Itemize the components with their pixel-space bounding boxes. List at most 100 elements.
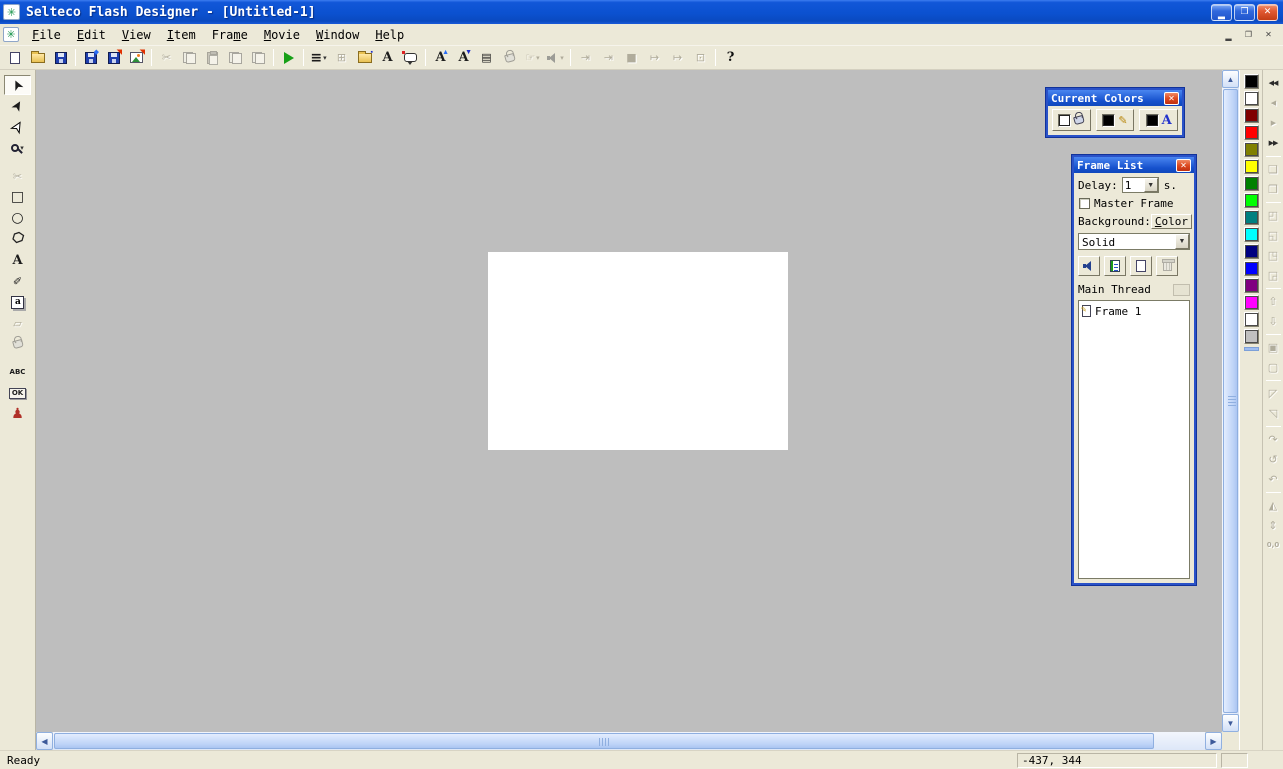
frame-list-close-button[interactable]: ✕ — [1176, 158, 1191, 172]
menu-view[interactable]: View — [114, 26, 159, 44]
menu-help[interactable]: Help — [367, 26, 412, 44]
actor-tool[interactable]: ♟ — [4, 404, 31, 424]
frame-panel-button[interactable]: ▤ — [475, 47, 498, 69]
last-frame-button[interactable]: ▶▶ — [1264, 134, 1283, 153]
polygon-tool[interactable] — [4, 229, 31, 249]
export-image-button[interactable]: ◥ — [125, 47, 148, 69]
color-swatch-13-ff00ff[interactable] — [1243, 295, 1259, 310]
menu-edit[interactable]: Edit — [69, 26, 114, 44]
menu-movie[interactable]: Movie — [256, 26, 308, 44]
frame-script-button[interactable] — [1104, 256, 1126, 276]
frame-item[interactable]: Frame 1 — [1080, 303, 1188, 319]
color-swatch-6-008000[interactable] — [1243, 176, 1259, 191]
minimize-button[interactable]: ▂ — [1211, 3, 1232, 21]
mdi-close-button[interactable]: ✕ — [1260, 28, 1277, 42]
horizontal-scroll-thumb[interactable] — [54, 733, 1155, 749]
frame-list-titlebar[interactable]: Frame List ✕ — [1074, 157, 1194, 173]
menu-frame[interactable]: Frame — [204, 26, 256, 44]
color-strip-scroll[interactable] — [1243, 347, 1259, 351]
select-tool[interactable]: ➤ — [4, 75, 31, 95]
text-tool[interactable]: A — [4, 250, 31, 270]
restore-button[interactable]: ❐ — [1234, 3, 1255, 21]
next-frame-button: ▶ — [1264, 114, 1283, 133]
play-movie-button[interactable] — [277, 47, 300, 69]
color-swatch-4-808000[interactable] — [1243, 142, 1259, 157]
vertical-scroll-thumb[interactable] — [1223, 89, 1238, 713]
insert-bubble-button[interactable] — [399, 47, 422, 69]
delay-dropdown-button[interactable]: ▼ — [1143, 178, 1158, 192]
line-width-button-icon: ≡ — [310, 49, 323, 66]
font-smaller-button[interactable]: A ▼ — [452, 47, 475, 69]
open-button[interactable] — [26, 47, 49, 69]
scroll-right-button[interactable]: ▶ — [1205, 732, 1222, 750]
color-swatch-3-ff0000[interactable] — [1243, 125, 1259, 140]
save-button[interactable] — [49, 47, 72, 69]
zoom-tool[interactable]: ▾ — [4, 138, 31, 158]
color-swatch-14-ffffff[interactable] — [1243, 312, 1259, 327]
close-button[interactable]: ✕ — [1257, 3, 1278, 21]
background-color-button[interactable]: Color — [1150, 214, 1192, 229]
line-width-button[interactable]: ≡ ▾ — [307, 47, 330, 69]
current-colors-titlebar[interactable]: Current Colors ✕ — [1048, 90, 1182, 106]
mdi-restore-button[interactable]: ❐ — [1240, 28, 1257, 42]
color-swatch-12-800080[interactable] — [1243, 278, 1259, 293]
background-fill-combobox[interactable]: Solid ▼ — [1078, 233, 1190, 250]
document-page[interactable] — [488, 252, 788, 450]
rectangle-tool[interactable]: □ — [4, 187, 31, 207]
toolbar-separator — [75, 49, 76, 66]
text-field-tool[interactable] — [4, 292, 31, 312]
vertical-scroll-track[interactable] — [1222, 88, 1239, 714]
scale-keep-button: ◹ — [1264, 404, 1283, 423]
abc-tool[interactable]: ABC — [4, 362, 31, 382]
ok-button-tool[interactable]: OK — [4, 383, 31, 403]
background-fill-dropdown-button[interactable]: ▼ — [1175, 234, 1189, 249]
delay-combobox[interactable]: 1 ▼ — [1121, 177, 1159, 193]
scroll-left-button[interactable]: ◀ — [36, 732, 53, 750]
color-swatch-0-000000[interactable] — [1243, 74, 1259, 89]
text-color-button-icon: A — [1161, 112, 1172, 128]
color-swatch-10-000080[interactable] — [1243, 244, 1259, 259]
color-swatch-11-0000ff[interactable] — [1243, 261, 1259, 276]
enter-frame-alt-button: ⇥ — [597, 47, 620, 69]
scroll-up-button[interactable]: ▲ — [1222, 70, 1239, 88]
eyedropper-tool[interactable]: ✐ — [4, 271, 31, 291]
direct-select-tool[interactable]: ➤ — [4, 96, 31, 116]
master-frame-checkbox[interactable] — [1079, 198, 1090, 209]
color-swatch-7-00ff00[interactable] — [1243, 193, 1259, 208]
color-swatch-1-ffffff[interactable] — [1243, 91, 1259, 106]
current-colors-close-button[interactable]: ✕ — [1164, 91, 1179, 105]
horizontal-scroll-track[interactable] — [53, 732, 1205, 750]
help-button[interactable]: ? — [719, 47, 742, 69]
master-frame-row: Master Frame — [1078, 197, 1190, 210]
polygon-tool-icon — [11, 231, 25, 247]
first-frame-button[interactable]: ◀◀ — [1264, 74, 1283, 93]
new-button[interactable] — [3, 47, 26, 69]
menu-file[interactable]: File — [24, 26, 69, 44]
color-swatch-8-008080[interactable] — [1243, 210, 1259, 225]
style-button[interactable]: ▪ — [353, 47, 376, 69]
scroll-down-button[interactable]: ▼ — [1222, 714, 1239, 732]
menu-window[interactable]: Window — [308, 26, 367, 44]
frame-sound-button[interactable] — [1078, 256, 1100, 276]
text-color-button[interactable]: A — [1139, 109, 1179, 131]
color-swatch-5-ffff00[interactable] — [1243, 159, 1259, 174]
font-larger-button[interactable]: A ▲ — [429, 47, 452, 69]
sound-button-dropdown[interactable]: ▾ — [560, 54, 564, 62]
outline-select-tool[interactable]: ➤ — [4, 117, 31, 137]
line-width-button-dropdown[interactable]: ▾ — [323, 54, 327, 62]
export-flash-button[interactable]: ◆ — [79, 47, 102, 69]
color-swatch-15-c0c0c0[interactable] — [1243, 329, 1259, 344]
color-swatch-2-800000[interactable] — [1243, 108, 1259, 123]
ellipse-tool[interactable]: ○ — [4, 208, 31, 228]
canvas-area[interactable] — [36, 70, 1222, 732]
hand-button-dropdown[interactable]: ▾ — [536, 54, 540, 62]
new-frame-button[interactable] — [1130, 256, 1152, 276]
insert-text-button[interactable]: A — [376, 47, 399, 69]
frame-listbox[interactable]: Frame 1 — [1078, 300, 1190, 579]
fill-color-button[interactable] — [1052, 109, 1091, 131]
color-swatch-9-00ffff[interactable] — [1243, 227, 1259, 242]
mdi-minimize-button[interactable]: ▂ — [1220, 28, 1237, 42]
menu-item[interactable]: Item — [159, 26, 204, 44]
publish-button[interactable]: ◥ — [102, 47, 125, 69]
line-color-button[interactable]: ✎ — [1095, 109, 1135, 131]
